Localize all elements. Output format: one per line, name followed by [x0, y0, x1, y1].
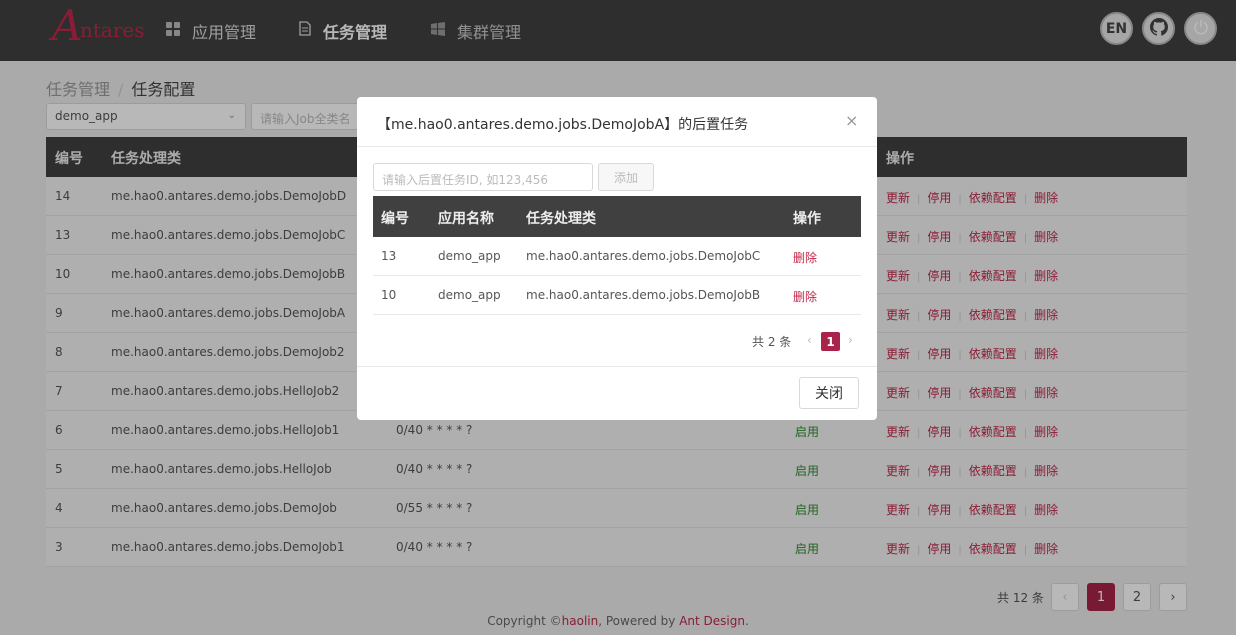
- modal-table-header: 编号 应用名称 任务处理类 操作: [373, 196, 861, 237]
- modal-col-app: 应用名称: [438, 211, 494, 227]
- modal-title: 【me.hao0.antares.demo.jobs.DemoJobA】的后置任…: [377, 117, 749, 133]
- delete-link[interactable]: 删除: [793, 288, 817, 305]
- modal-col-id: 编号: [381, 211, 409, 227]
- table-row: 10 demo_app me.hao0.antares.demo.jobs.De…: [373, 276, 861, 315]
- post-task-table: 编号 应用名称 任务处理类 操作 13 demo_app me.hao0.ant…: [373, 196, 861, 315]
- add-post-task-button[interactable]: 添加: [598, 163, 654, 191]
- table-row: 13 demo_app me.hao0.antares.demo.jobs.De…: [373, 237, 861, 276]
- post-task-id-input[interactable]: 请输入后置任务ID, 如123,456: [373, 163, 593, 191]
- close-icon[interactable]: ×: [845, 111, 858, 130]
- modal-col-actions: 操作: [793, 211, 821, 227]
- modal-footer-divider: [357, 366, 877, 367]
- delete-link[interactable]: 删除: [793, 249, 817, 266]
- close-button[interactable]: 关闭: [799, 377, 859, 409]
- modal-pagination-prev[interactable]: ‹: [807, 333, 812, 347]
- modal-pagination-next[interactable]: ›: [848, 333, 853, 347]
- modal-pagination-page-1[interactable]: 1: [821, 332, 840, 351]
- modal-pagination-total: 共 2 条: [752, 335, 792, 349]
- modal-divider: [357, 146, 877, 147]
- modal-col-class: 任务处理类: [526, 211, 596, 227]
- post-task-modal: 【me.hao0.antares.demo.jobs.DemoJobA】的后置任…: [357, 97, 877, 420]
